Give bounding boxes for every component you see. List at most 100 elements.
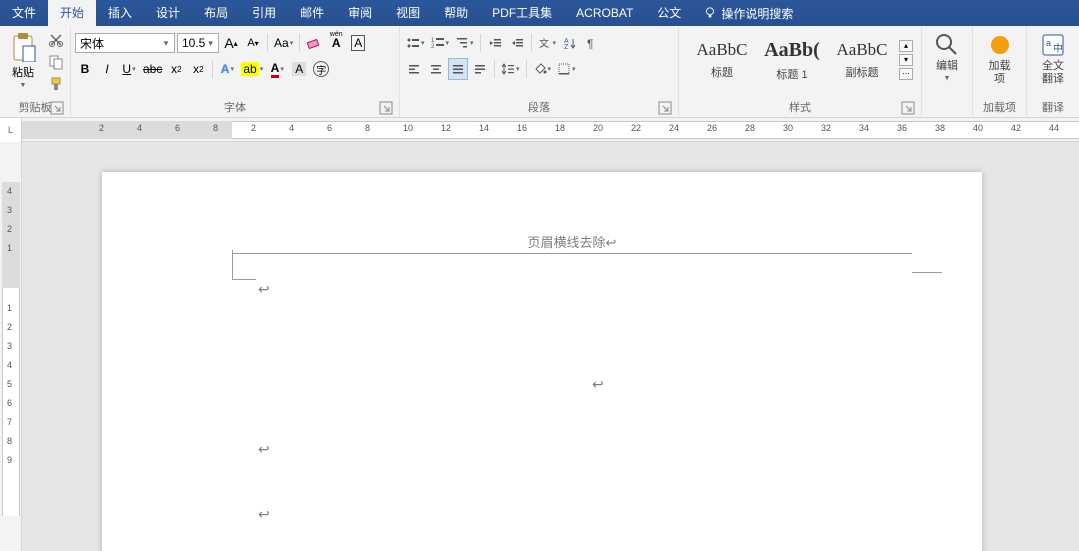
align-distribute-button[interactable] [470, 58, 490, 80]
group-label-font: 字体 [75, 99, 395, 117]
tell-me-search[interactable]: 操作说明搜索 [693, 5, 803, 22]
numbering-icon: 12 [431, 36, 445, 50]
group-label-translate: 翻译 [1031, 99, 1075, 117]
format-painter-button[interactable] [46, 74, 66, 94]
bullets-button[interactable]: ▾ [404, 32, 427, 54]
tab-file[interactable]: 文件 [0, 0, 48, 26]
group-label-addins: 加载项 [977, 99, 1022, 117]
italic-button[interactable]: I [97, 58, 117, 80]
header-margin-mark-right [912, 272, 942, 273]
align-center-icon [429, 62, 443, 76]
underline-button[interactable]: U▾ [119, 58, 139, 80]
paragraph-mark: ↩ [258, 507, 270, 524]
style-subtitle[interactable]: AaBbC 副标题 [827, 32, 897, 88]
numbering-button[interactable]: 12▾ [429, 32, 452, 54]
bold-button[interactable]: B [75, 58, 95, 80]
tab-layout[interactable]: 布局 [192, 0, 240, 26]
font-size-combo[interactable]: 10.5▾ [177, 33, 219, 53]
align-justify-button[interactable] [448, 58, 468, 80]
sort-icon: AZ [563, 36, 577, 50]
tab-selector[interactable]: L [0, 118, 22, 142]
text-effects-button[interactable]: A▾ [217, 58, 237, 80]
tell-me-label: 操作说明搜索 [721, 5, 793, 22]
vertical-ruler[interactable]: 4321123456789 [0, 142, 22, 551]
align-left-button[interactable] [404, 58, 424, 80]
scissors-icon [48, 32, 64, 48]
increase-indent-button[interactable] [507, 32, 527, 54]
paragraph-mark: ↩ [258, 282, 270, 299]
clear-formatting-button[interactable] [304, 32, 324, 54]
group-label-styles: 样式 [683, 99, 917, 117]
styles-gallery[interactable]: AaBbC 标题 AaBb( 标题 1 AaBbC 副标题 ▴▾⋯ [683, 28, 917, 88]
document-area: 4321123456789 页眉横线去除↩ ↩ ↩ ↩ ↩ [0, 142, 1079, 551]
translate-button[interactable]: a中 全文翻译 [1031, 28, 1075, 86]
decrease-indent-button[interactable] [485, 32, 505, 54]
addin-icon [987, 32, 1013, 58]
tab-insert[interactable]: 插入 [96, 0, 144, 26]
tab-pdftools[interactable]: PDF工具集 [480, 0, 564, 26]
grow-font-button[interactable]: A▴ [221, 32, 241, 54]
character-shading-button[interactable]: A [289, 58, 309, 80]
font-name-combo[interactable]: 宋体▾ [75, 33, 175, 53]
subscript-button[interactable]: x2 [166, 58, 186, 80]
align-center-button[interactable] [426, 58, 446, 80]
paragraph-mark: ↩ [592, 377, 604, 394]
group-font: 宋体▾ 10.5▾ A▴ A▾ Aa▾ wénA A B I U▾ abc x [71, 26, 400, 117]
lightbulb-icon [703, 6, 717, 20]
tab-mailings[interactable]: 邮件 [288, 0, 336, 26]
group-styles: AaBbC 标题 AaBb( 标题 1 AaBbC 副标题 ▴▾⋯ 样式 [679, 26, 922, 117]
line-spacing-button[interactable]: ▾ [499, 58, 522, 80]
outdent-icon [488, 36, 502, 50]
tab-help[interactable]: 帮助 [432, 0, 480, 26]
shading-button[interactable]: ▾ [531, 58, 554, 80]
highlight-button[interactable]: ab▾ [239, 58, 265, 80]
group-clipboard: 粘贴 ▼ 剪贴板 [0, 26, 71, 117]
tab-view[interactable]: 视图 [384, 0, 432, 26]
horizontal-ruler[interactable]: 8642246810121416182022242628303234363840… [22, 118, 1079, 141]
tab-review[interactable]: 审阅 [336, 0, 384, 26]
tab-gongwen[interactable]: 公文 [645, 0, 693, 26]
tab-references[interactable]: 引用 [240, 0, 288, 26]
tab-design[interactable]: 设计 [144, 0, 192, 26]
tab-acrobat[interactable]: ACROBAT [564, 0, 645, 26]
character-border-button[interactable]: A [348, 32, 368, 54]
show-marks-button[interactable]: ¶ [582, 32, 602, 54]
font-color-button[interactable]: A▾ [267, 58, 287, 80]
strikethrough-button[interactable]: abc [141, 58, 164, 80]
copy-icon [48, 54, 64, 70]
page[interactable]: 页眉横线去除↩ ↩ ↩ ↩ ↩ [102, 172, 982, 551]
style-title[interactable]: AaBbC 标题 [687, 32, 757, 88]
borders-button[interactable]: ▾ [555, 58, 578, 80]
header-area[interactable]: 页眉横线去除↩ [232, 232, 912, 254]
styles-more-button[interactable]: ▴▾⋯ [899, 40, 913, 80]
editing-button[interactable]: 编辑 ▼ [926, 28, 968, 82]
ruler-row: L 86422468101214161820222426283032343638… [0, 118, 1079, 142]
svg-text:Z: Z [564, 44, 569, 50]
indent-icon [510, 36, 524, 50]
cut-button[interactable] [46, 30, 66, 50]
dialog-launcher-icon[interactable] [901, 101, 915, 115]
enclose-characters-button[interactable]: 字 [311, 58, 331, 80]
style-heading1[interactable]: AaBb( 标题 1 [757, 32, 827, 88]
translate-icon: a中 [1040, 32, 1066, 58]
dialog-launcher-icon[interactable] [658, 101, 672, 115]
addins-button[interactable]: 加载项 [977, 28, 1022, 86]
phonetic-guide-button[interactable]: wénA [326, 32, 346, 54]
svg-text:¶: ¶ [587, 37, 593, 50]
copy-button[interactable] [46, 52, 66, 72]
dialog-launcher-icon[interactable] [50, 101, 64, 115]
align-distribute-icon [473, 62, 487, 76]
tab-home[interactable]: 开始 [48, 0, 96, 26]
change-case-button[interactable]: Aa▾ [272, 32, 295, 54]
menu-bar: 文件 开始 插入 设计 布局 引用 邮件 审阅 视图 帮助 PDF工具集 ACR… [0, 0, 1079, 26]
multilevel-list-button[interactable]: ▾ [453, 32, 476, 54]
header-underline [232, 253, 912, 254]
dialog-launcher-icon[interactable] [379, 101, 393, 115]
shrink-font-button[interactable]: A▾ [243, 32, 263, 54]
superscript-button[interactable]: x2 [188, 58, 208, 80]
paste-button[interactable]: 粘贴 ▼ [6, 30, 40, 91]
text-direction-button[interactable]: 文▾ [536, 32, 559, 54]
sort-button[interactable]: AZ [560, 32, 580, 54]
align-justify-icon [451, 62, 465, 76]
document-canvas[interactable]: 页眉横线去除↩ ↩ ↩ ↩ ↩ [22, 142, 1079, 551]
